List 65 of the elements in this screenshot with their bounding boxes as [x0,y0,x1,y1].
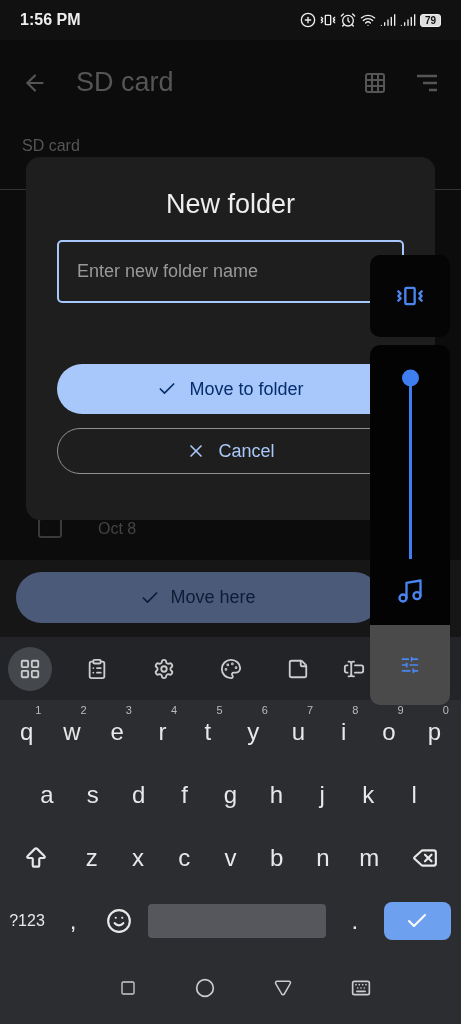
key[interactable]: z [68,831,115,884]
key-hint: 1 [35,703,42,716]
battery-level: 79 [419,13,441,27]
keyboard-icon[interactable] [351,978,372,998]
sliders-icon [400,655,420,675]
file-date: Oct 8 [98,520,137,538]
sort-icon[interactable] [415,73,439,92]
key[interactable]: m [346,831,393,884]
enter-key[interactable] [383,901,451,940]
key[interactable]: q 1 [4,705,50,758]
key[interactable]: d [115,768,162,821]
app-title: SD card [76,67,175,98]
ringer-mode-button[interactable] [370,255,450,337]
alarm-icon [339,12,356,28]
key-hint: 4 [171,703,178,716]
grid-view-icon[interactable] [363,70,387,95]
dialog-title: New folder [165,189,296,220]
folder-name-field[interactable]: Enter new folder name [57,240,404,303]
key[interactable]: e 3 [94,705,140,758]
wifi-icon [359,12,376,28]
key-hint: 3 [125,703,132,716]
key[interactable]: b [253,831,300,884]
key-hint: 6 [261,703,268,716]
volume-slider[interactable] [401,369,419,559]
key[interactable]: i 8 [321,705,367,758]
signal-icon [379,12,396,28]
key[interactable]: t 5 [185,705,231,758]
signal-icon [399,12,416,28]
key[interactable]: w 2 [49,705,95,758]
volume-thumb[interactable] [401,369,419,387]
smiley-icon [106,907,133,934]
key[interactable]: u 7 [275,705,322,758]
key[interactable]: r 4 [139,705,186,758]
key[interactable]: g [207,768,254,821]
key[interactable]: j [299,768,346,821]
key[interactable]: l [391,768,437,821]
key[interactable]: v [207,831,254,884]
data-saver-icon [299,12,316,28]
key[interactable]: x [114,831,162,884]
symbols-key[interactable]: ?123 [4,894,50,947]
recents-icon[interactable] [119,980,136,996]
key[interactable]: p 0 [411,705,457,758]
key[interactable]: o 9 [366,705,412,758]
key[interactable]: , [50,894,97,947]
vibrate-icon [319,12,336,28]
key[interactable]: h [253,768,300,821]
key[interactable]: s [69,768,116,821]
key-hint: 8 [352,703,359,716]
key-hint: 2 [80,703,87,716]
status-time: 1:56 PM [20,11,81,29]
key-hint: 0 [442,703,449,716]
key-hint: 7 [306,703,314,716]
key[interactable]: n [299,831,347,884]
key[interactable]: y 6 [230,705,276,758]
key[interactable]: k [345,768,392,821]
key[interactable]: a [24,768,70,821]
key[interactable]: f [161,768,208,821]
key-hint: 5 [216,703,223,716]
key-hint: 9 [397,703,404,716]
apps-icon[interactable] [8,646,52,691]
key[interactable]: . [331,894,378,947]
home-icon[interactable] [194,978,215,998]
back-nav-icon[interactable] [274,979,293,997]
key[interactable]: c [161,831,208,884]
music-note-icon [396,577,424,605]
